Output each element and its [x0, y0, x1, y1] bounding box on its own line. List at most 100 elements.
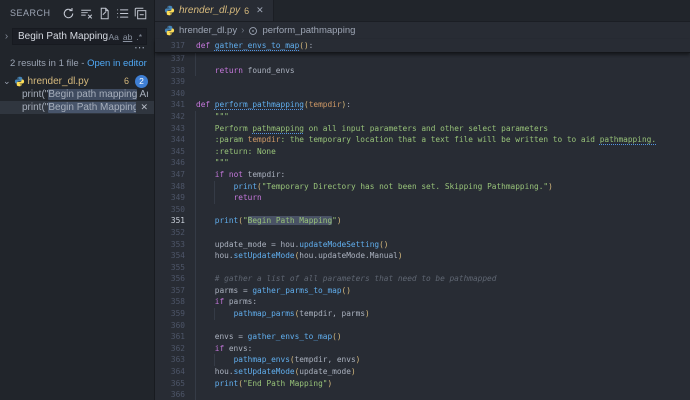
- breadcrumb-symbol[interactable]: perform_pathmapping: [262, 25, 355, 36]
- code-token: [196, 297, 215, 306]
- code-line[interactable]: 341def perform_pathmapping(tempdir):: [155, 99, 690, 111]
- code-line[interactable]: 358 if parms:: [155, 296, 690, 308]
- code-token: if: [215, 297, 224, 306]
- line-content: [194, 389, 690, 400]
- code-line[interactable]: 366: [155, 389, 690, 400]
- line-content: # gather a list of all parameters that n…: [194, 273, 690, 285]
- code-token: pathmapping.: [600, 135, 656, 144]
- dismiss-result-icon[interactable]: ✕: [140, 102, 148, 113]
- code-line[interactable]: 359 pathmap_parms(tempdir, parms): [155, 308, 690, 320]
- match-case-icon[interactable]: Aa: [108, 32, 118, 42]
- line-number: 347: [155, 169, 194, 181]
- code-token: :param: [215, 135, 248, 144]
- code-editor[interactable]: 337338 return found_envs339340341def per…: [155, 53, 690, 400]
- code-line[interactable]: 317def gather_envs_to_map():: [155, 39, 690, 52]
- code-line[interactable]: 343 Perform pathmapping on all input par…: [155, 123, 690, 135]
- code-line[interactable]: 355: [155, 262, 690, 274]
- open-new-search-editor-icon[interactable]: [98, 7, 111, 20]
- breadcrumb-file[interactable]: hrender_dl.py: [179, 25, 237, 36]
- code-token: def: [196, 100, 215, 109]
- refresh-icon[interactable]: [62, 7, 75, 20]
- line-content: hou.setUpdateMode(update_mode): [194, 366, 690, 378]
- line-number: 345: [155, 146, 194, 158]
- close-icon[interactable]: ✕: [256, 5, 264, 16]
- line-number: 341: [155, 99, 194, 111]
- code-line[interactable]: 364 hou.setUpdateMode(update_mode): [155, 366, 690, 378]
- sticky-scroll-line[interactable]: 317def gather_envs_to_map():: [155, 39, 690, 53]
- line-number: 348: [155, 181, 194, 193]
- code-token: return: [215, 66, 243, 75]
- clear-search-results-icon[interactable]: [80, 7, 93, 20]
- code-line[interactable]: 347 if not tempdir:: [155, 169, 690, 181]
- code-token: """: [215, 112, 229, 121]
- indent-guide: [195, 296, 196, 308]
- code-line[interactable]: 353 update_mode = hou.updateModeSetting(…: [155, 239, 690, 251]
- line-content: [194, 76, 690, 88]
- tab-problem-count: 6: [244, 6, 249, 16]
- collapse-all-icon[interactable]: [134, 7, 147, 20]
- search-input[interactable]: Begin Path Mapping Aa ab .*: [12, 28, 147, 45]
- results-summary: 2 results in 1 file - Open in editor: [0, 54, 154, 70]
- tab-hrender-dl-py[interactable]: hrender_dl.py 6 ✕: [155, 0, 274, 21]
- line-content: hou.setUpdateMode(hou.updateMode.Manual): [194, 250, 690, 262]
- more-options-icon[interactable]: ⋯: [134, 45, 145, 54]
- whole-word-icon[interactable]: ab: [123, 32, 132, 42]
- chevron-right-icon: ›: [241, 25, 244, 36]
- code-token: on all input parameters and other select…: [304, 124, 548, 133]
- line-content: update_mode = hou.updateModeSetting(): [194, 239, 690, 251]
- line-number: 352: [155, 227, 194, 239]
- code-token: gather_envs_to_map: [215, 41, 300, 50]
- search-result-row[interactable]: print("Begin Path Mapping")✕: [0, 101, 154, 114]
- code-token: gather_envs_to_map: [248, 332, 333, 341]
- python-file-icon: [164, 5, 175, 16]
- line-content: envs = gather_envs_to_map(): [194, 331, 690, 343]
- code-line[interactable]: 350: [155, 204, 690, 216]
- open-in-editor-link[interactable]: Open in editor: [87, 58, 147, 69]
- code-token: envs:: [224, 344, 252, 353]
- search-result-row[interactable]: print("Begin path mapping Arnold ...: [0, 88, 154, 101]
- view-as-tree-icon[interactable]: [116, 7, 129, 20]
- toggle-replace-chevron-icon[interactable]: ›: [1, 29, 12, 44]
- code-token: ): [398, 251, 403, 260]
- line-number: 343: [155, 123, 194, 135]
- code-line[interactable]: 340: [155, 88, 690, 100]
- code-line[interactable]: 345 :return: None: [155, 146, 690, 158]
- code-line[interactable]: 357 parms = gather_parms_to_map(): [155, 285, 690, 297]
- code-token: Begin Path Mapping: [248, 216, 333, 225]
- indent-guide: [214, 308, 215, 320]
- line-number: 340: [155, 88, 194, 100]
- line-content: def gather_envs_to_map():: [194, 40, 690, 52]
- result-file-row[interactable]: ⌄ hrender_dl.py 6 2: [0, 74, 154, 88]
- code-line[interactable]: 338 return found_envs: [155, 65, 690, 77]
- code-line[interactable]: 360: [155, 320, 690, 332]
- code-line[interactable]: 339: [155, 76, 690, 88]
- code-token: not: [229, 170, 243, 179]
- code-token: ": [243, 216, 248, 225]
- indent-guide: [195, 273, 196, 285]
- code-line[interactable]: 344 :param tempdir: the temporary locati…: [155, 134, 690, 146]
- chevron-down-icon[interactable]: ⌄: [3, 76, 11, 86]
- code-line[interactable]: 337: [155, 53, 690, 65]
- regex-icon[interactable]: .*: [136, 32, 142, 42]
- code-line[interactable]: 348 print("Temporary Directory has not b…: [155, 181, 690, 193]
- line-number: 354: [155, 250, 194, 262]
- code-line[interactable]: 356 # gather a list of all parameters th…: [155, 273, 690, 285]
- code-line[interactable]: 349 return: [155, 192, 690, 204]
- code-line[interactable]: 363 pathmap_envs(tempdir, envs): [155, 354, 690, 366]
- code-line[interactable]: 365 print("End Path Mapping"): [155, 378, 690, 390]
- indent-guide: [195, 389, 196, 400]
- line-content: [194, 262, 690, 274]
- code-token: updateModeSetting: [299, 240, 379, 249]
- code-token: : the temporary location that a text fil…: [281, 135, 600, 144]
- code-line[interactable]: 362 if envs:: [155, 343, 690, 355]
- code-line[interactable]: 361 envs = gather_envs_to_map(): [155, 331, 690, 343]
- line-number: 355: [155, 262, 194, 274]
- code-line[interactable]: 352: [155, 227, 690, 239]
- indent-guide: [195, 250, 196, 262]
- code-line[interactable]: 342 """: [155, 111, 690, 123]
- line-content: if not tempdir:: [194, 169, 690, 181]
- code-line[interactable]: 354 hou.setUpdateMode(hou.updateMode.Man…: [155, 250, 690, 262]
- line-number: 358: [155, 296, 194, 308]
- code-line[interactable]: 351 print("Begin Path Mapping"): [155, 215, 690, 227]
- code-line[interactable]: 346 """: [155, 157, 690, 169]
